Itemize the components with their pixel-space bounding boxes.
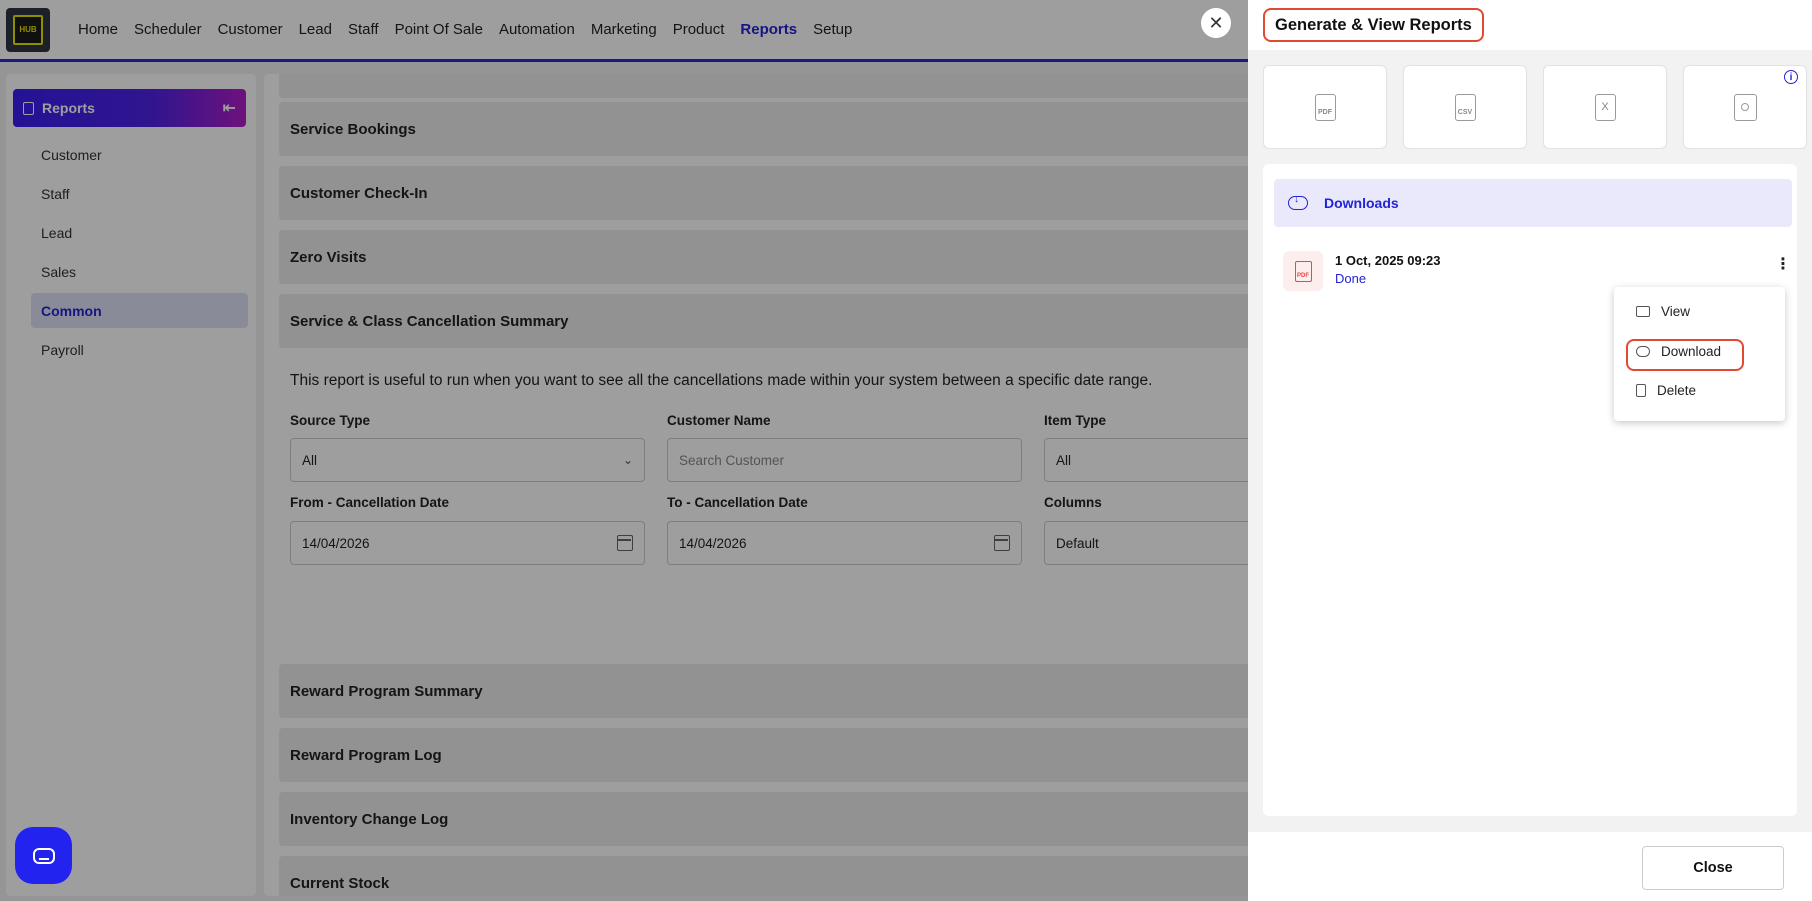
chat-button[interactable]	[15, 827, 72, 884]
info-icon[interactable]: i	[1784, 70, 1798, 84]
chat-icon	[32, 847, 55, 864]
menu-item-view[interactable]: View	[1636, 304, 1690, 319]
menu-item-download[interactable]: Download	[1636, 344, 1721, 359]
csv-file-icon: CSV	[1454, 93, 1476, 121]
panel-title: Generate & View Reports	[1263, 8, 1484, 42]
book-icon	[1636, 306, 1650, 317]
contact-file-icon	[1733, 93, 1757, 121]
close-icon[interactable]: ✕	[1201, 8, 1231, 38]
generate-reports-panel: Generate & View Reports PDF CSV X i Down…	[1248, 0, 1812, 901]
download-status: Done	[1335, 271, 1367, 286]
menu-delete-label: Delete	[1657, 383, 1697, 398]
pdf-format-card[interactable]: PDF	[1263, 65, 1387, 149]
more-options-icon[interactable]: ⋮	[1775, 257, 1791, 273]
close-button[interactable]: Close	[1642, 846, 1784, 890]
panel-header: Generate & View Reports	[1248, 0, 1812, 50]
downloads-header: Downloads	[1274, 179, 1792, 227]
download-date: 1 Oct, 2025 09:23	[1335, 253, 1441, 268]
download-item: PDF 1 Oct, 2025 09:23 Done	[1283, 251, 1441, 291]
pdf-badge-label: PDF	[1294, 260, 1312, 282]
csv-format-card[interactable]: CSV	[1403, 65, 1527, 149]
downloads-area: Downloads PDF 1 Oct, 2025 09:23 Done ⋮	[1263, 164, 1797, 816]
excel-format-card[interactable]: X	[1543, 65, 1667, 149]
cloud-download-icon	[1636, 346, 1650, 357]
excel-file-icon: X	[1594, 93, 1616, 121]
pdf-file-icon: PDF	[1314, 93, 1336, 121]
modal-backdrop[interactable]	[0, 0, 1248, 901]
downloads-label: Downloads	[1324, 195, 1399, 211]
menu-download-label: Download	[1661, 344, 1722, 359]
pdf-file-icon: PDF	[1283, 251, 1323, 291]
menu-item-delete[interactable]: Delete	[1636, 383, 1696, 398]
panel-footer: Close	[1248, 832, 1812, 901]
download-meta: 1 Oct, 2025 09:23 Done	[1335, 253, 1441, 286]
menu-view-label: View	[1661, 304, 1691, 319]
download-context-menu: View Download Delete	[1614, 287, 1785, 421]
cloud-download-icon	[1288, 194, 1308, 210]
trash-icon	[1636, 384, 1646, 397]
